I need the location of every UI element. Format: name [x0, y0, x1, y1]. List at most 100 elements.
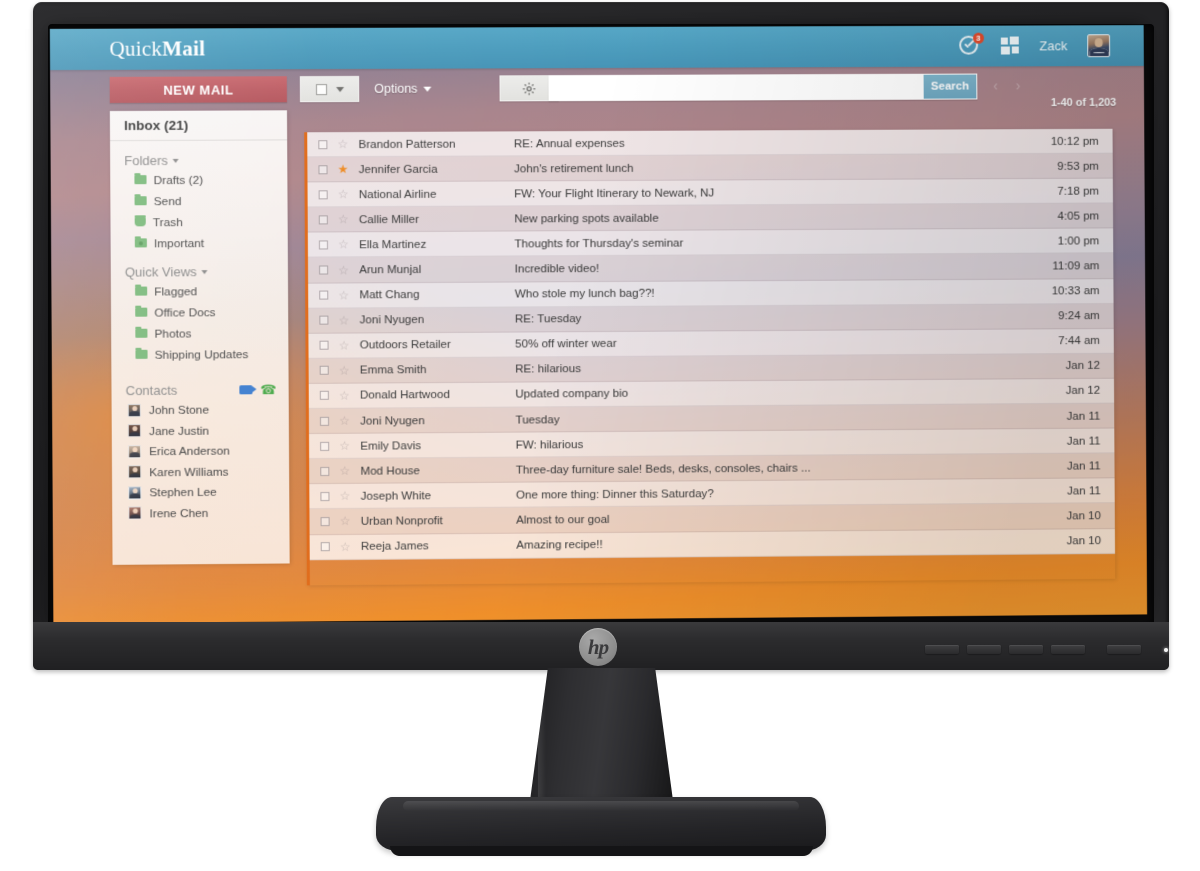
sidebar-item-send[interactable]: Send [110, 191, 287, 211]
star-empty-icon[interactable]: ☆ [340, 514, 352, 528]
mail-sender: National Airline [358, 187, 437, 201]
sidebar-group-folders[interactable]: Folders [110, 152, 287, 168]
row-checkbox[interactable] [318, 164, 328, 174]
contact-name: Jane Justin [148, 423, 210, 438]
sidebar-item-flagged[interactable]: Flagged [111, 281, 288, 301]
row-checkbox[interactable] [319, 315, 329, 325]
list-item[interactable]: Karen Williams [112, 461, 289, 483]
base-highlight [403, 801, 799, 811]
sidebar-item-shipping-updates[interactable]: Shipping Updates [111, 344, 288, 364]
star-empty-icon[interactable]: ☆ [337, 137, 349, 151]
row-checkbox[interactable] [318, 139, 328, 149]
row-checkbox[interactable] [320, 491, 330, 501]
sidebar-item-important[interactable]: Important [111, 233, 288, 253]
list-item[interactable]: Jane Justin [112, 420, 289, 442]
star-empty-icon[interactable]: ☆ [339, 338, 351, 352]
row-checkbox[interactable] [320, 542, 330, 552]
star-empty-icon[interactable]: ☆ [338, 187, 350, 201]
list-item[interactable]: Erica Anderson [112, 440, 289, 462]
user-name-label[interactable]: Zack [1039, 38, 1067, 53]
sidebar-item-label: Important [153, 235, 205, 250]
folder-icon [135, 307, 148, 317]
star-empty-icon[interactable]: ☆ [338, 238, 350, 252]
row-checkbox[interactable] [319, 340, 329, 351]
apps-grid-icon[interactable] [1000, 36, 1020, 56]
row-checkbox[interactable] [320, 441, 330, 451]
user-avatar[interactable] [1087, 34, 1111, 58]
contact-name: Karen Williams [149, 464, 229, 480]
star-empty-icon[interactable]: ☆ [339, 464, 351, 478]
row-checkbox[interactable] [320, 517, 330, 527]
contact-actions: ☎ [239, 382, 277, 397]
row-checkbox[interactable] [319, 366, 329, 376]
sidebar-item-inbox[interactable]: Inbox (21) [109, 110, 288, 142]
row-checkbox[interactable] [318, 190, 328, 200]
new-mail-button[interactable]: NEW MAIL [109, 76, 287, 103]
star-empty-icon[interactable]: ☆ [339, 489, 351, 503]
row-checkbox[interactable] [319, 416, 330, 426]
row-checkbox[interactable] [318, 215, 328, 225]
list-item[interactable]: Stephen Lee [112, 481, 289, 503]
mail-time: Jan 12 [1065, 359, 1101, 373]
row-checkbox[interactable] [320, 466, 330, 476]
row-checkbox[interactable] [319, 265, 329, 275]
prev-page-button[interactable]: ‹ [993, 77, 998, 93]
sidebar-item-drafts[interactable]: Drafts (2) [110, 169, 287, 189]
mail-time: Jan 11 [1067, 484, 1101, 498]
star-empty-icon[interactable]: ☆ [338, 288, 350, 302]
mail-subject: RE: Tuesday [514, 312, 582, 326]
video-camera-icon[interactable] [239, 384, 253, 394]
search-button[interactable]: Search [923, 74, 977, 99]
row-checkbox[interactable] [318, 240, 329, 250]
mail-time: 9:24 am [1058, 309, 1100, 323]
mail-subject: FW: hilarious [515, 437, 584, 452]
sidebar: Inbox (21) Folders Drafts (2) Send Trash [109, 110, 290, 565]
monitor-stand-neck [529, 668, 674, 808]
sidebar-item-trash[interactable]: Trash [110, 212, 287, 232]
mail-time: Jan 10 [1066, 509, 1101, 523]
star-filled-icon[interactable]: ★ [338, 162, 350, 176]
star-empty-icon[interactable]: ☆ [338, 213, 350, 227]
list-item[interactable]: John Stone [112, 399, 289, 421]
star-empty-icon[interactable]: ☆ [339, 363, 351, 377]
next-page-button[interactable]: › [1016, 77, 1021, 93]
monitor-screen: QuickMail 3 Zack NEW MAIL Options Search… [49, 25, 1148, 624]
table-row[interactable]: ☆ Reeja James Amazing recipe!! Jan 10 [309, 528, 1116, 560]
search-input[interactable] [549, 74, 924, 101]
table-row[interactable]: ☆ Brandon Patterson RE: Annual expenses 10:… [307, 128, 1113, 158]
notifications-button[interactable]: 3 [958, 32, 984, 57]
sidebar-item-photos[interactable]: Photos [111, 323, 288, 343]
star-empty-icon[interactable]: ☆ [339, 389, 351, 403]
osd-button-4[interactable] [1051, 645, 1085, 654]
contact-name: Stephen Lee [149, 485, 217, 500]
star-empty-icon[interactable]: ☆ [340, 539, 352, 553]
mail-subject: RE: hilarious [515, 362, 582, 376]
phone-icon[interactable]: ☎ [260, 382, 276, 397]
brand-light: Quick [109, 36, 163, 61]
mail-subject: RE: Annual expenses [513, 136, 625, 150]
monitor-stand-base [376, 797, 826, 856]
mail-subject: Amazing recipe!! [516, 538, 603, 552]
osd-button-2[interactable] [967, 645, 1001, 654]
sidebar-item-office-docs[interactable]: Office Docs [111, 302, 288, 322]
osd-button-3[interactable] [1009, 645, 1043, 654]
sidebar-group-quick-views[interactable]: Quick Views [111, 264, 288, 280]
table-row[interactable]: ★ Jennifer Garcia John's retirement lunch 9… [307, 153, 1113, 183]
app-header: QuickMail 3 Zack [49, 25, 1144, 71]
star-empty-icon[interactable]: ☆ [339, 414, 351, 428]
select-all-dropdown[interactable] [299, 75, 360, 103]
contact-name: Irene Chen [149, 505, 209, 521]
osd-button-1[interactable] [925, 645, 959, 654]
app-toolbar: NEW MAIL Options Search ‹ › 1-40 of 1,20… [50, 66, 1144, 114]
star-empty-icon[interactable]: ☆ [338, 313, 350, 327]
mail-time: 10:33 am [1051, 284, 1100, 298]
mail-sender: Mod House [360, 464, 420, 478]
power-button[interactable] [1107, 645, 1141, 654]
options-dropdown[interactable]: Options [374, 76, 432, 102]
options-label: Options [374, 81, 418, 96]
list-item[interactable]: Irene Chen [112, 502, 289, 524]
star-empty-icon[interactable]: ☆ [338, 263, 350, 277]
row-checkbox[interactable] [319, 290, 329, 300]
row-checkbox[interactable] [319, 391, 329, 401]
star-empty-icon[interactable]: ☆ [339, 439, 351, 453]
